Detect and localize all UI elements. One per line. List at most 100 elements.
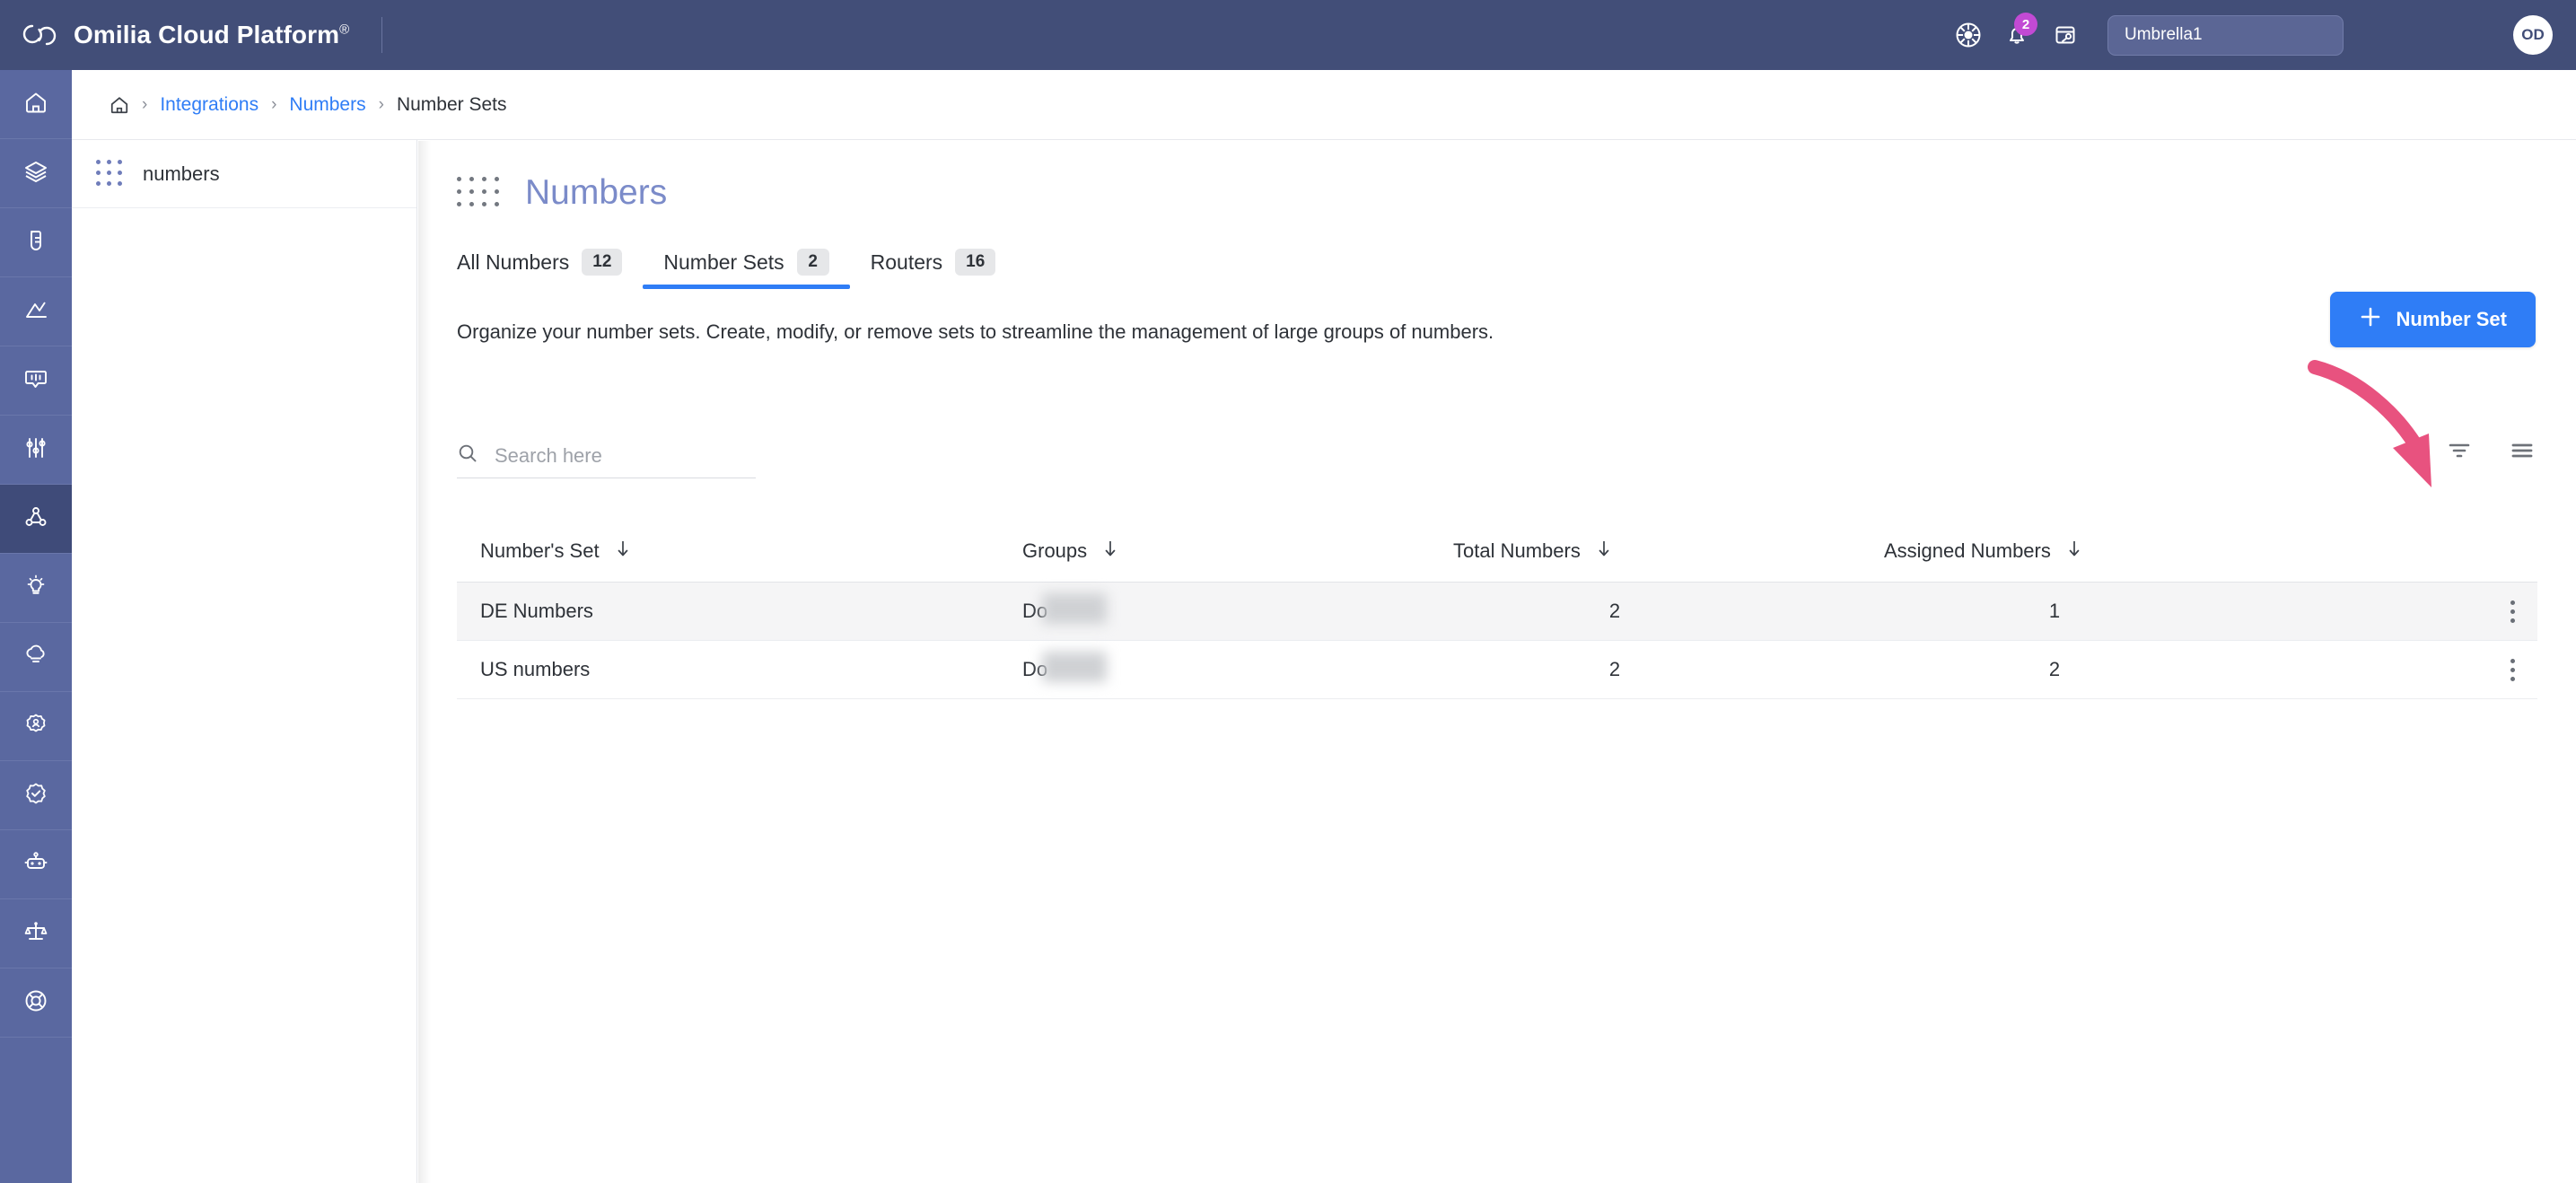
- cloud-icon: [23, 643, 48, 672]
- sidebar-item-cloud[interactable]: [0, 623, 72, 692]
- tenant-selector[interactable]: Umbrella1: [2107, 14, 2344, 56]
- sidebar-item-transcripts[interactable]: [0, 346, 72, 416]
- cell-number-set: US numbers: [480, 658, 591, 680]
- search-toolbar-row: [418, 360, 2576, 487]
- nodes-network-icon: [23, 504, 48, 534]
- column-header-number-set[interactable]: Number's Set: [457, 539, 1022, 564]
- brand-name: Omilia Cloud Platform: [74, 21, 340, 48]
- tab-routers[interactable]: Routers 16: [850, 249, 1017, 289]
- sliders-icon: [23, 435, 48, 465]
- brand-registered-mark: ®: [339, 22, 350, 38]
- robot-icon: [23, 850, 48, 880]
- table-row[interactable]: US numbers Do 2 2: [457, 641, 2537, 699]
- header-actions: 2 Umbrella1 OD: [1944, 0, 2576, 70]
- column-label: Total Numbers: [1453, 539, 1581, 562]
- sidebar-item-insights[interactable]: [0, 554, 72, 623]
- list-view-icon[interactable]: [2509, 437, 2536, 464]
- sidebar-item-bots[interactable]: [0, 830, 72, 899]
- layers-icon: [23, 159, 48, 188]
- analytics-chart-icon: [23, 297, 48, 327]
- column-header-groups[interactable]: Groups: [1022, 539, 1453, 564]
- column-header-total-numbers[interactable]: Total Numbers: [1453, 539, 1884, 564]
- bell-icon[interactable]: 2: [1993, 11, 2041, 59]
- sidebar-item-label: numbers: [143, 162, 220, 185]
- breadcrumb-item-number-sets: Number Sets: [396, 93, 507, 115]
- kebab-menu-icon[interactable]: [2509, 600, 2516, 623]
- cell-total-numbers: 2: [1608, 600, 1621, 622]
- breadcrumb-item-integrations[interactable]: Integrations: [160, 94, 258, 116]
- secondary-sidebar: numbers: [72, 70, 417, 1183]
- chat-bubble-icon: [23, 366, 48, 396]
- tab-label: Number Sets: [663, 250, 784, 274]
- search-icon: [457, 443, 478, 469]
- brand-area[interactable]: Omilia Cloud Platform®: [0, 13, 349, 57]
- gear-user-icon: [23, 712, 48, 741]
- arrow-down-icon: [2065, 539, 2083, 564]
- notification-badge: 2: [2014, 13, 2037, 36]
- tenant-label: Umbrella1: [2125, 25, 2203, 44]
- brand-title: Omilia Cloud Platform®: [74, 21, 349, 49]
- header-divider: [381, 17, 383, 53]
- lifebuoy-icon: [23, 988, 48, 1018]
- breadcrumb-separator: ›: [378, 94, 384, 114]
- tab-number-sets[interactable]: Number Sets 2: [643, 249, 850, 289]
- search-box[interactable]: [457, 443, 756, 478]
- tab-label: Routers: [870, 250, 943, 274]
- arrow-down-icon: [1595, 539, 1613, 564]
- column-label: Groups: [1022, 539, 1088, 562]
- cell-groups: Do: [1022, 652, 1453, 682]
- redacted-value: Do: [1022, 652, 1107, 682]
- home-icon[interactable]: [110, 95, 129, 115]
- breadcrumb-separator: ›: [142, 94, 148, 114]
- table-row[interactable]: DE Numbers Do 2 1: [457, 583, 2537, 641]
- add-number-set-label: Number Set: [2396, 308, 2507, 330]
- kebab-menu-icon[interactable]: [2509, 658, 2516, 681]
- row-actions: [2387, 658, 2537, 681]
- sidebar-item-compliance[interactable]: [0, 761, 72, 830]
- avatar-initials: OD: [2521, 26, 2545, 43]
- scales-icon: [23, 919, 48, 949]
- sidebar-item-numbers[interactable]: numbers: [72, 140, 416, 208]
- avatar[interactable]: OD: [2513, 15, 2553, 55]
- tab-all-numbers[interactable]: All Numbers 12: [457, 249, 643, 289]
- arrow-down-icon: [614, 539, 632, 564]
- breadcrumb-item-numbers[interactable]: Numbers: [289, 94, 365, 116]
- cell-number-set: DE Numbers: [480, 600, 593, 622]
- table-toolbar: [2308, 360, 2536, 487]
- dots-grid-icon: [96, 159, 125, 188]
- license-key-icon[interactable]: [2041, 11, 2090, 59]
- column-header-assigned-numbers[interactable]: Assigned Numbers: [1884, 539, 2387, 564]
- page-description: Organize your number sets. Create, modif…: [457, 320, 1494, 343]
- sidebar-item-user-settings[interactable]: [0, 692, 72, 761]
- search-input[interactable]: [495, 443, 728, 468]
- redacted-value: Do: [1022, 593, 1107, 624]
- page-title: Numbers: [525, 173, 668, 212]
- sidebar-item-analytics[interactable]: [0, 277, 72, 346]
- sidebar-item-home[interactable]: [0, 70, 72, 139]
- lightbulb-icon: [23, 574, 48, 603]
- sidebar-item-governance[interactable]: [0, 899, 72, 968]
- microphone-box-icon: [23, 228, 48, 258]
- annotation-arrow: [2308, 360, 2431, 487]
- row-actions: [2387, 600, 2537, 623]
- primary-sidebar: [0, 70, 72, 1183]
- breadcrumb-separator: ›: [271, 94, 277, 114]
- page-header: Numbers: [418, 141, 2576, 213]
- theme-wheel-icon[interactable]: [1944, 11, 1993, 59]
- arrow-down-icon: [1101, 539, 1119, 564]
- sidebar-item-tuning[interactable]: [0, 416, 72, 485]
- tab-count-badge: 2: [796, 249, 829, 276]
- plus-icon: [2359, 305, 2382, 334]
- dots-grid-icon: [457, 176, 503, 210]
- sidebar-item-integrations[interactable]: [0, 485, 72, 554]
- filter-icon[interactable]: [2446, 437, 2473, 464]
- top-header-bar: Omilia Cloud Platform® 2 Umbrella1 OD: [0, 0, 2576, 70]
- sidebar-item-voice[interactable]: [0, 208, 72, 277]
- column-label: Number's Set: [480, 539, 600, 562]
- cloud-logo-icon: [18, 13, 61, 57]
- sidebar-item-layers[interactable]: [0, 139, 72, 208]
- sidebar-item-support[interactable]: [0, 968, 72, 1038]
- add-number-set-button[interactable]: Number Set: [2329, 292, 2536, 347]
- cell-groups: Do: [1022, 593, 1453, 624]
- table-header-row: Number's Set Groups Total Numbers Assign…: [457, 520, 2537, 583]
